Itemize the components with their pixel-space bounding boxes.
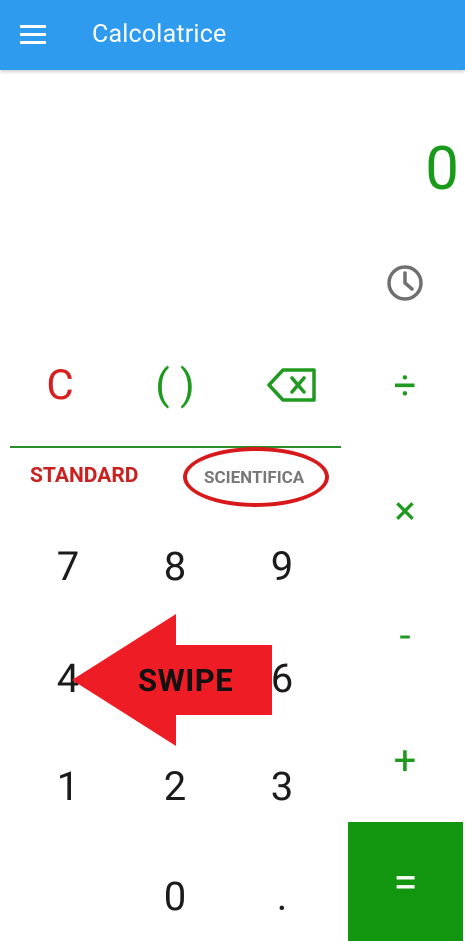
backspace-button[interactable]: [262, 360, 322, 410]
digit-3-button[interactable]: 3: [252, 756, 312, 816]
decimal-point-button[interactable]: .: [252, 866, 312, 926]
multiply-button[interactable]: ×: [375, 480, 435, 540]
parentheses-button[interactable]: ( ): [130, 355, 220, 415]
swipe-label: SWIPE: [138, 662, 234, 699]
tab-scientifica[interactable]: SCIENTIFICA: [204, 468, 304, 488]
digit-8-button[interactable]: 8: [145, 536, 205, 596]
tab-standard[interactable]: STANDARD: [30, 464, 138, 488]
digit-0-button[interactable]: 0: [145, 866, 205, 926]
add-button[interactable]: +: [375, 730, 435, 790]
digit-2-button[interactable]: 2: [145, 756, 205, 816]
keypad-divider: [10, 446, 341, 448]
clear-button[interactable]: C: [20, 355, 100, 415]
digit-1-button[interactable]: 1: [38, 756, 98, 816]
divide-button[interactable]: ÷: [375, 355, 435, 415]
digit-9-button[interactable]: 9: [252, 536, 312, 596]
menu-icon[interactable]: [20, 25, 48, 45]
equals-button[interactable]: =: [348, 822, 463, 941]
backspace-icon: [267, 368, 316, 402]
subtract-button[interactable]: -: [375, 605, 435, 665]
app-title: Calcolatrice: [92, 20, 227, 49]
digit-7-button[interactable]: 7: [38, 536, 98, 596]
result-display: 0: [425, 133, 459, 204]
app-bar: Calcolatrice: [0, 0, 465, 70]
history-icon[interactable]: [384, 262, 426, 304]
